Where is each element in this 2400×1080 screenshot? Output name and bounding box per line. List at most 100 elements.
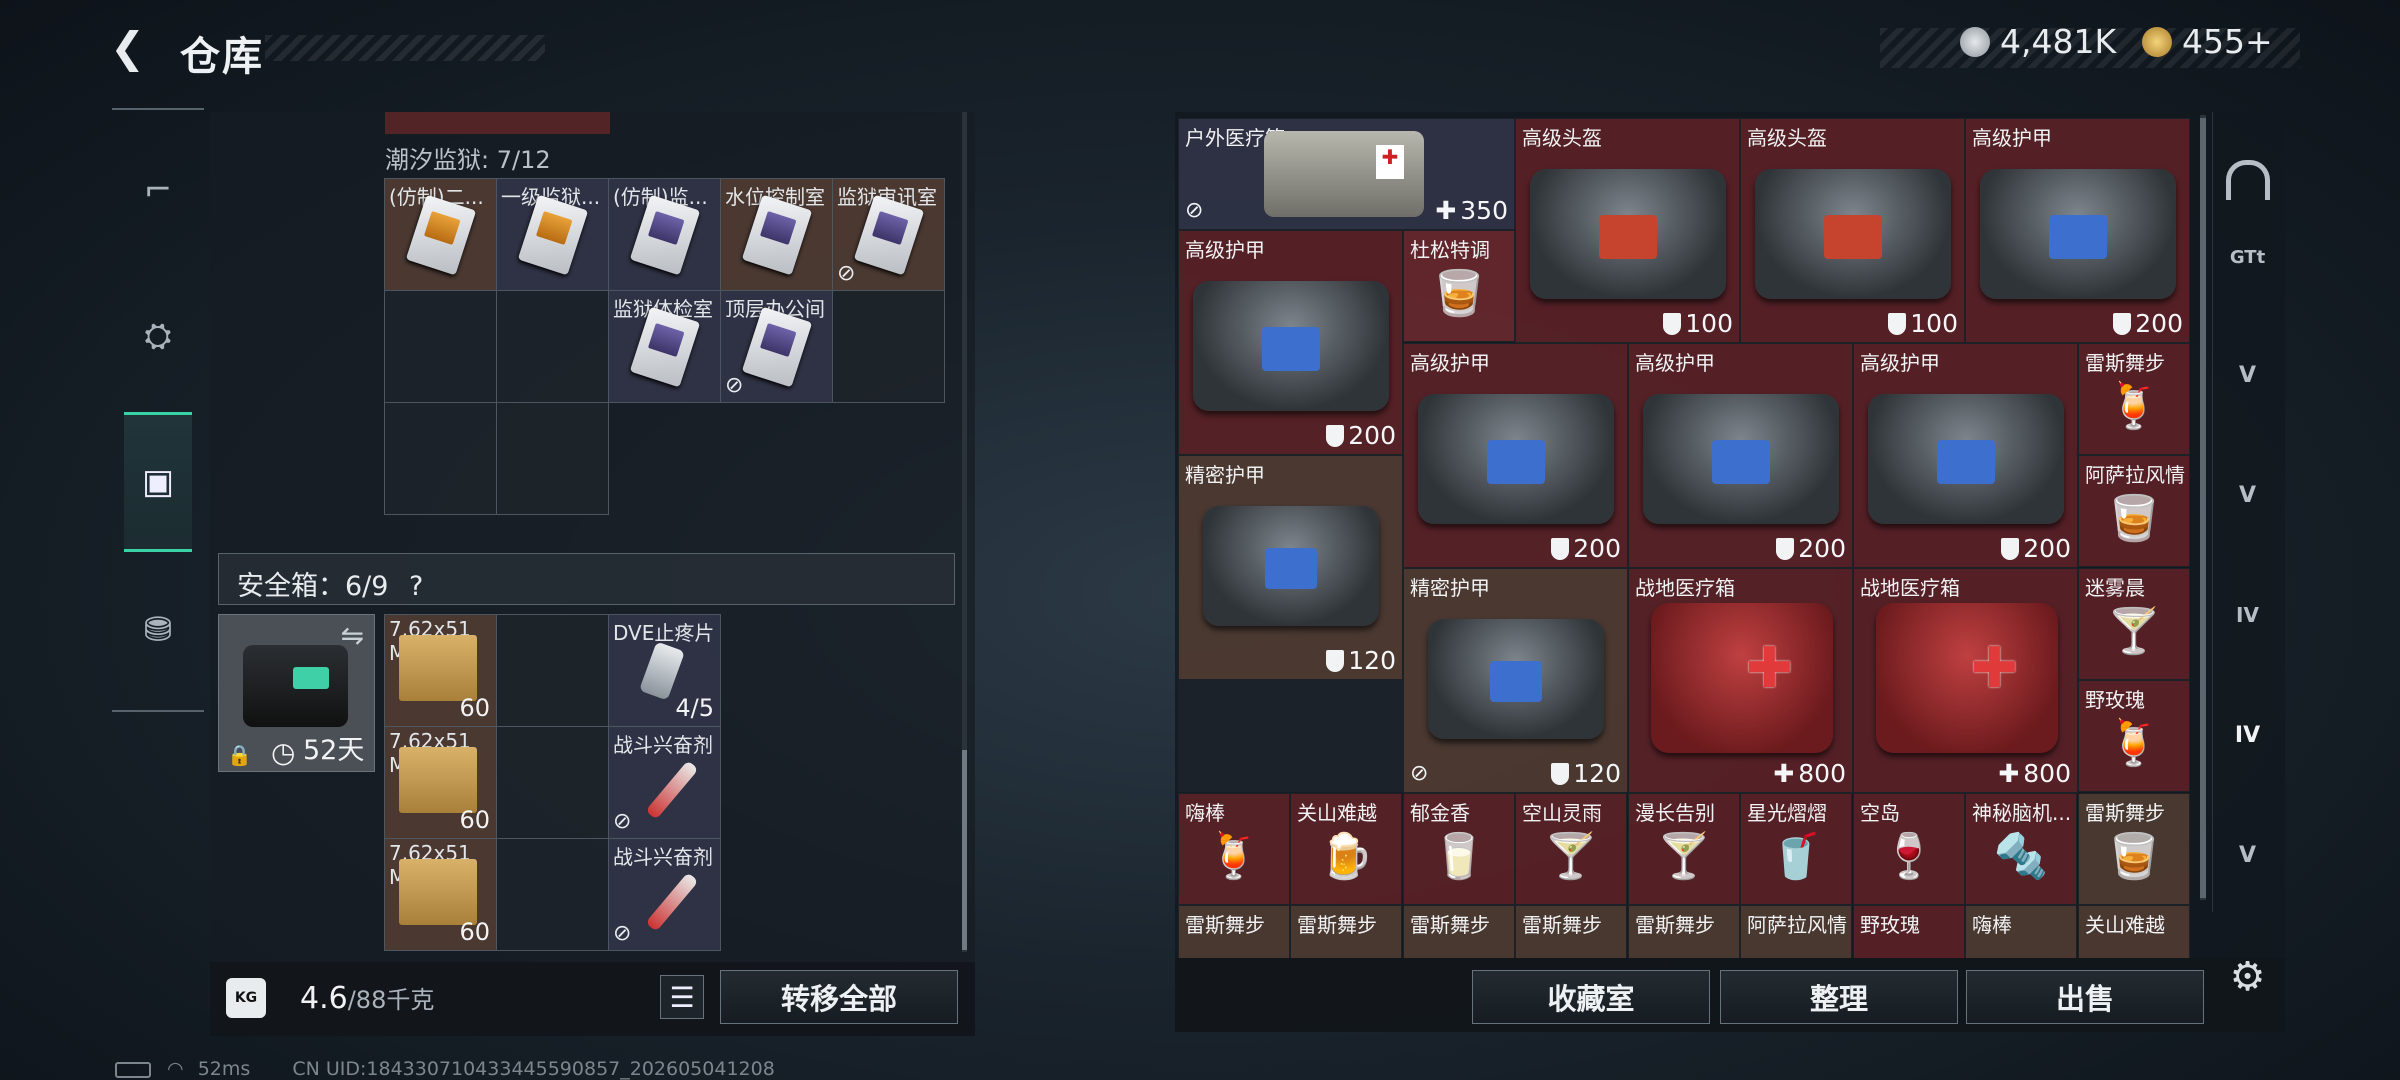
stimulant-item[interactable]: 战斗兴奋剂 ⊘ bbox=[608, 726, 721, 839]
empty-slot[interactable] bbox=[496, 402, 609, 515]
settings-icon[interactable]: ⚙ bbox=[2215, 942, 2280, 1012]
stash-item[interactable]: 神秘脑机... 🔩 bbox=[1965, 793, 2077, 905]
gun-icon[interactable]: ⌐ bbox=[112, 150, 204, 230]
stash-item[interactable]: 雷斯舞步 bbox=[1515, 905, 1627, 958]
stash-item[interactable]: 高级护甲 200 bbox=[1403, 343, 1628, 568]
iv-plus-case-icon[interactable]: IV bbox=[2215, 700, 2280, 770]
stash-item[interactable]: 高级护甲 200 bbox=[1965, 118, 2190, 343]
item-name: 迷雾晨 bbox=[2085, 576, 2145, 600]
stash-item[interactable]: 雷斯舞步 bbox=[1403, 905, 1515, 958]
safe-box-case[interactable]: ⇋ 🔒 ◷ 52天 bbox=[218, 614, 375, 772]
stash-item[interactable]: 关山难越 bbox=[2078, 905, 2190, 958]
ammo-box-icon bbox=[399, 859, 477, 925]
keycard-slot[interactable]: 监狱审讯室 ⊘ bbox=[832, 178, 945, 291]
ammo-item[interactable]: 7.62x51 M8060 bbox=[384, 614, 497, 727]
stash-item[interactable]: 漫长告别 🍸 bbox=[1628, 793, 1740, 905]
stash-item[interactable]: 户外医疗箱 ✚ ⊘ ✚ 350 bbox=[1178, 118, 1515, 230]
keycard-slot[interactable]: 一级监狱... bbox=[496, 178, 609, 291]
empty-slot[interactable] bbox=[1178, 680, 1403, 792]
stash-item[interactable]: 迷雾晨 🍸 bbox=[2078, 568, 2190, 680]
case-icon[interactable]: ▣ bbox=[112, 442, 204, 522]
stash-item[interactable]: 野玫瑰 🍹 bbox=[2078, 680, 2190, 792]
keycard-slot[interactable]: 水位控制室 bbox=[720, 178, 833, 291]
currency-gold[interactable]: 455+ bbox=[2142, 22, 2273, 61]
safe-box-header: 安全箱：6/9 ? bbox=[218, 553, 955, 605]
stash-item[interactable]: 空山灵雨 🍸 bbox=[1515, 793, 1627, 905]
stash-item[interactable]: 高级护甲 200 bbox=[1178, 230, 1403, 455]
keycard-slot[interactable]: (仿制)监... bbox=[608, 178, 721, 291]
stash-item[interactable]: 高级头盔 100 bbox=[1515, 118, 1740, 343]
stash-item[interactable]: 战地医疗箱 ✚800 bbox=[1628, 568, 1853, 793]
stash-item[interactable]: 阿萨拉风情 🥃 bbox=[2078, 455, 2190, 567]
keycard-slot[interactable]: 顶层办公间 ⊘ bbox=[720, 290, 833, 403]
no-sell-icon: ⊘ bbox=[1410, 761, 1429, 786]
currency-silver[interactable]: 4,481K bbox=[1960, 22, 2116, 61]
stash-item[interactable]: 杜松特调 🥃 bbox=[1403, 230, 1515, 342]
transfer-all-button[interactable]: 转移全部 bbox=[720, 970, 958, 1024]
empty-slot[interactable] bbox=[384, 402, 497, 515]
uid-text: CN UID:184330710433445590857_20260504120… bbox=[292, 1058, 775, 1080]
stash-item[interactable]: 野玫瑰 bbox=[1853, 905, 1965, 958]
v-case-icon[interactable]: V bbox=[2215, 460, 2280, 530]
stash-scroll-thumb[interactable] bbox=[2200, 118, 2206, 898]
ammo-item[interactable]: 7.62x51 M8060 bbox=[384, 838, 497, 951]
stash-item[interactable]: 关山难越 🍺 bbox=[1290, 793, 1402, 905]
empty-slot[interactable] bbox=[384, 290, 497, 403]
item-value-text: 200 bbox=[2135, 309, 2183, 338]
v-case-icon[interactable]: V bbox=[2215, 820, 2280, 890]
no-sell-icon: ⊘ bbox=[1185, 198, 1204, 223]
organize-button[interactable]: 整理 bbox=[1720, 970, 1958, 1024]
stash-item[interactable]: 雷斯舞步 🥃 bbox=[2078, 793, 2190, 905]
item-name: 阿萨拉风情 bbox=[1747, 913, 1847, 937]
back-button[interactable]: ❮ bbox=[110, 26, 154, 70]
vault-icon[interactable] bbox=[2215, 145, 2280, 215]
stash-item[interactable]: 高级头盔 100 bbox=[1740, 118, 1965, 343]
stash-item[interactable]: 嗨棒 bbox=[1965, 905, 2077, 958]
item-name: 精密护甲 bbox=[1185, 463, 1265, 487]
iv-case-icon[interactable]: IV bbox=[2215, 580, 2280, 650]
collection-room-button[interactable]: 收藏室 bbox=[1472, 970, 1710, 1024]
stash-item[interactable]: 战地医疗箱 ✚800 bbox=[1853, 568, 2078, 793]
keycard-slot[interactable]: (仿制)二... bbox=[384, 178, 497, 291]
stash-item[interactable]: 高级护甲 200 bbox=[1853, 343, 2078, 568]
item-value-text: 120 bbox=[1573, 759, 1621, 788]
swap-icon[interactable]: ⇋ bbox=[341, 619, 364, 652]
stash-item[interactable]: 空岛 🍷 bbox=[1853, 793, 1965, 905]
sell-button[interactable]: 出售 bbox=[1966, 970, 2204, 1024]
empty-slot[interactable] bbox=[496, 838, 609, 951]
stash-item[interactable]: 精密护甲 ⊘ 120 bbox=[1403, 568, 1628, 793]
ammo-item[interactable]: 7.62x51 M8060 bbox=[384, 726, 497, 839]
toolbox-icon[interactable]: ⛃ bbox=[112, 590, 204, 670]
stash-item[interactable]: 阿萨拉风情 bbox=[1740, 905, 1852, 958]
stimulant-item[interactable]: 战斗兴奋剂 ⊘ bbox=[608, 838, 721, 951]
item-armor: 200 bbox=[1326, 421, 1396, 450]
v-case-icon[interactable]: V bbox=[2215, 340, 2280, 410]
list-view-button[interactable]: ☰ bbox=[660, 975, 704, 1019]
stash-item[interactable]: 精密护甲 120 bbox=[1178, 455, 1403, 680]
stash-item[interactable]: 郁金香 🥛 bbox=[1403, 793, 1515, 905]
item-name: 嗨棒 bbox=[1185, 801, 1225, 825]
stash-item[interactable]: 星光熠熠 🥤 bbox=[1740, 793, 1852, 905]
stash-item[interactable]: 嗨棒 🍹 bbox=[1178, 793, 1290, 905]
medicine-item[interactable]: DVE止疼片 4/5 bbox=[608, 614, 721, 727]
empty-slot[interactable] bbox=[496, 614, 609, 727]
stash-item[interactable]: 雷斯舞步 bbox=[1178, 905, 1290, 958]
shield-icon bbox=[1888, 312, 1907, 335]
armor-bag-icon bbox=[1643, 394, 1839, 524]
gtimer-icon[interactable]: GTt bbox=[2215, 222, 2280, 292]
item-name: 雷斯舞步 bbox=[1522, 913, 1602, 937]
stash-item[interactable]: 雷斯舞步 bbox=[1628, 905, 1740, 958]
stash-item[interactable]: 高级护甲 200 bbox=[1628, 343, 1853, 568]
item-count: 60 bbox=[459, 694, 490, 722]
keycard-slot[interactable]: 监狱体检室 bbox=[608, 290, 721, 403]
help-icon[interactable]: ? bbox=[409, 571, 423, 602]
cocktail-icon: 🥃 bbox=[2106, 492, 2162, 544]
empty-slot[interactable] bbox=[496, 726, 609, 839]
empty-slot[interactable] bbox=[832, 290, 945, 403]
stash-item[interactable]: 雷斯舞步 bbox=[1290, 905, 1402, 958]
backpack-icon[interactable]: ⛭ bbox=[112, 296, 204, 376]
stash-item[interactable]: 雷斯舞步 🍹 bbox=[2078, 343, 2190, 455]
inventory-scroll-thumb[interactable] bbox=[962, 750, 967, 950]
empty-slot[interactable] bbox=[496, 290, 609, 403]
item-count: 60 bbox=[459, 806, 490, 834]
